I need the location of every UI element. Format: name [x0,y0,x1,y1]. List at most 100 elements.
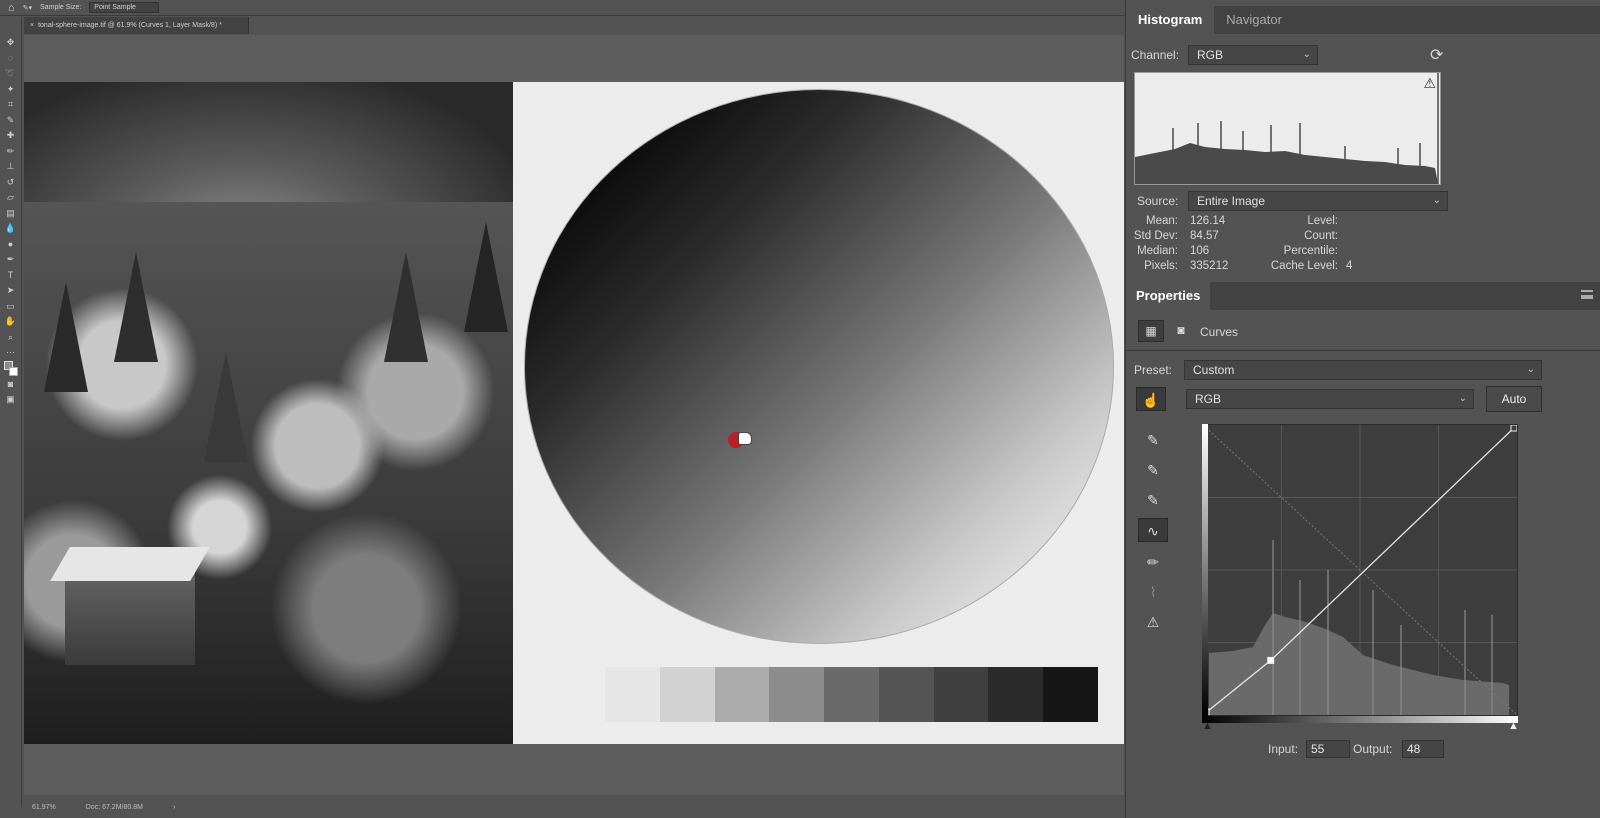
stat-pixels-label: Pixels: [1144,260,1178,272]
chevron-down-icon: ⌄ [1432,195,1441,206]
histogram-svg [1135,73,1439,184]
zoom-tool-icon[interactable]: ⌕ [4,330,18,346]
white-point-slider-icon[interactable]: ▲ [1508,720,1519,732]
preset-label: Preset: [1134,363,1173,377]
tonal-sphere [524,89,1114,644]
chevron-down-icon: ⌄ [1302,49,1311,60]
pen-tool-icon[interactable]: ✒ [4,252,18,268]
clone-stamp-tool-icon[interactable]: ⊥ [4,159,18,175]
screen-mode-icon[interactable]: ▣ [4,392,18,408]
color-swatches[interactable] [3,360,18,377]
stat-cache-level-label: Cache Level: [1270,260,1338,272]
chevron-down-icon: ⌄ [1458,393,1467,404]
type-tool-icon[interactable]: T [4,268,18,284]
curve-point[interactable] [1510,424,1518,432]
quick-mask-icon[interactable]: ◙ [4,377,18,393]
stat-cache-level-value: 4 [1346,260,1353,272]
eraser-tool-icon[interactable]: ▱ [4,190,18,206]
photo-tree [204,352,248,462]
tonal-step [1043,667,1099,722]
output-label: Output: [1353,742,1393,756]
tab-properties[interactable]: Properties [1126,282,1211,310]
curve-point[interactable] [1267,656,1275,664]
quick-select-tool-icon[interactable]: ✦ [4,82,18,98]
stat-stddev-value: 84.57 [1190,230,1219,242]
close-tab-icon[interactable]: × [30,22,34,29]
input-label: Input: [1268,742,1299,756]
crop-tool-icon[interactable]: ⌗ [4,97,18,113]
document-tab[interactable]: × tonal-sphere-image.tif @ 61.9% (Curves … [24,17,249,34]
document-tab-title: tonal-sphere-image.tif @ 61.9% (Curves 1… [38,22,222,29]
tonal-step [714,667,770,722]
stat-count-label: Count: [1304,230,1338,242]
stat-level-label: Level: [1307,215,1338,227]
shape-tool-icon[interactable]: ▭ [4,299,18,315]
dodge-tool-icon[interactable]: ● [4,237,18,253]
histogram-graph: ⚠ [1134,72,1441,185]
tab-navigator[interactable]: Navigator [1214,6,1294,34]
status-arrow-icon[interactable]: › [173,804,175,811]
stat-stddev-label: Std Dev: [1133,230,1178,242]
draw-curve-pencil-icon[interactable]: ✏ [1138,550,1168,574]
lasso-tool-icon[interactable]: ➰ [4,66,18,82]
black-point-slider-icon[interactable]: ▲ [1202,720,1213,732]
history-brush-tool-icon[interactable]: ↺ [4,175,18,191]
properties-panel-header: Properties [1126,282,1600,310]
adjustment-name: Curves [1200,325,1239,339]
tonal-step [659,667,715,722]
edit-toolbar-icon[interactable]: ⋯ [4,345,18,361]
photo-tree [464,222,508,332]
edit-points-curve-icon[interactable]: ∿ [1138,518,1168,542]
curves-svg[interactable] [1202,424,1518,716]
input-field[interactable]: 55 [1306,740,1350,758]
curves-adjustment-icon[interactable]: ▦ [1138,320,1164,342]
curves-graph[interactable] [1202,424,1518,716]
eyedropper-tool-icon[interactable]: ✎ [4,113,18,129]
winter-forest-photo [24,82,513,744]
background-color-swatch[interactable] [8,366,18,376]
healing-brush-tool-icon[interactable]: ✚ [4,128,18,144]
clipping-warning-icon[interactable]: ⚠ [1138,610,1168,634]
histogram-source-select[interactable]: Entire Image ⌄ [1188,191,1448,211]
tab-histogram[interactable]: Histogram [1126,6,1215,34]
hand-tool-icon[interactable]: ✋ [4,314,18,330]
home-icon[interactable]: ⌂ [8,2,15,14]
panel-menu-icon[interactable] [1581,290,1593,299]
gray-point-eyedropper-icon[interactable]: ✎ [1138,458,1168,482]
preset-select[interactable]: Custom ⌄ [1184,360,1542,380]
histogram-channel-select[interactable]: RGB ⌄ [1188,45,1318,65]
warning-icon[interactable]: ⚠ [1423,75,1436,92]
sample-size-dropdown[interactable]: Point Sample [89,2,160,13]
path-selection-tool-icon[interactable]: ➤ [4,283,18,299]
histogram-channel-value: RGB [1197,48,1224,62]
auto-button[interactable]: Auto [1486,386,1542,412]
status-bar: 61.97% Doc: 67.2M/80.8M › [24,796,1124,818]
stat-mean-value: 126.14 [1190,215,1226,227]
output-field[interactable]: 48 [1402,740,1444,758]
tonal-step [878,667,934,722]
tonal-step-wedge [605,667,1099,722]
brush-tool-icon[interactable]: ✏ [4,144,18,160]
curves-output-gradient [1202,716,1518,723]
refresh-icon[interactable]: ⟳ [1430,45,1443,65]
zoom-level[interactable]: 61.97% [32,804,56,811]
photo-tree [44,282,88,392]
targeted-adjustment-cursor-icon [728,430,754,450]
black-point-eyedropper-icon[interactable]: ✎ [1138,428,1168,452]
gradient-tool-icon[interactable]: ▤ [4,206,18,222]
curves-channel-select[interactable]: RGB ⌄ [1186,389,1474,409]
layer-mask-icon[interactable]: ◙ [1168,320,1194,342]
divider [1126,350,1600,351]
targeted-adjustment-tool-icon[interactable]: ☝ [1136,387,1166,411]
smooth-curve-icon[interactable]: ⌇ [1138,580,1168,604]
stat-mean-label: Mean: [1146,215,1178,227]
photo-tree [114,252,158,362]
white-point-eyedropper-icon[interactable]: ✎ [1138,488,1168,512]
curves-channel-value: RGB [1195,392,1222,406]
marquee-tool-icon[interactable]: ◌ [4,51,18,67]
tonal-step [605,667,660,722]
sample-size-label: Sample Size: [40,4,82,11]
eyedropper-tool-preset-icon[interactable]: ✎▾ [23,4,32,12]
move-tool-icon[interactable]: ✥ [4,35,18,51]
blur-tool-icon[interactable]: 💧 [4,221,18,237]
